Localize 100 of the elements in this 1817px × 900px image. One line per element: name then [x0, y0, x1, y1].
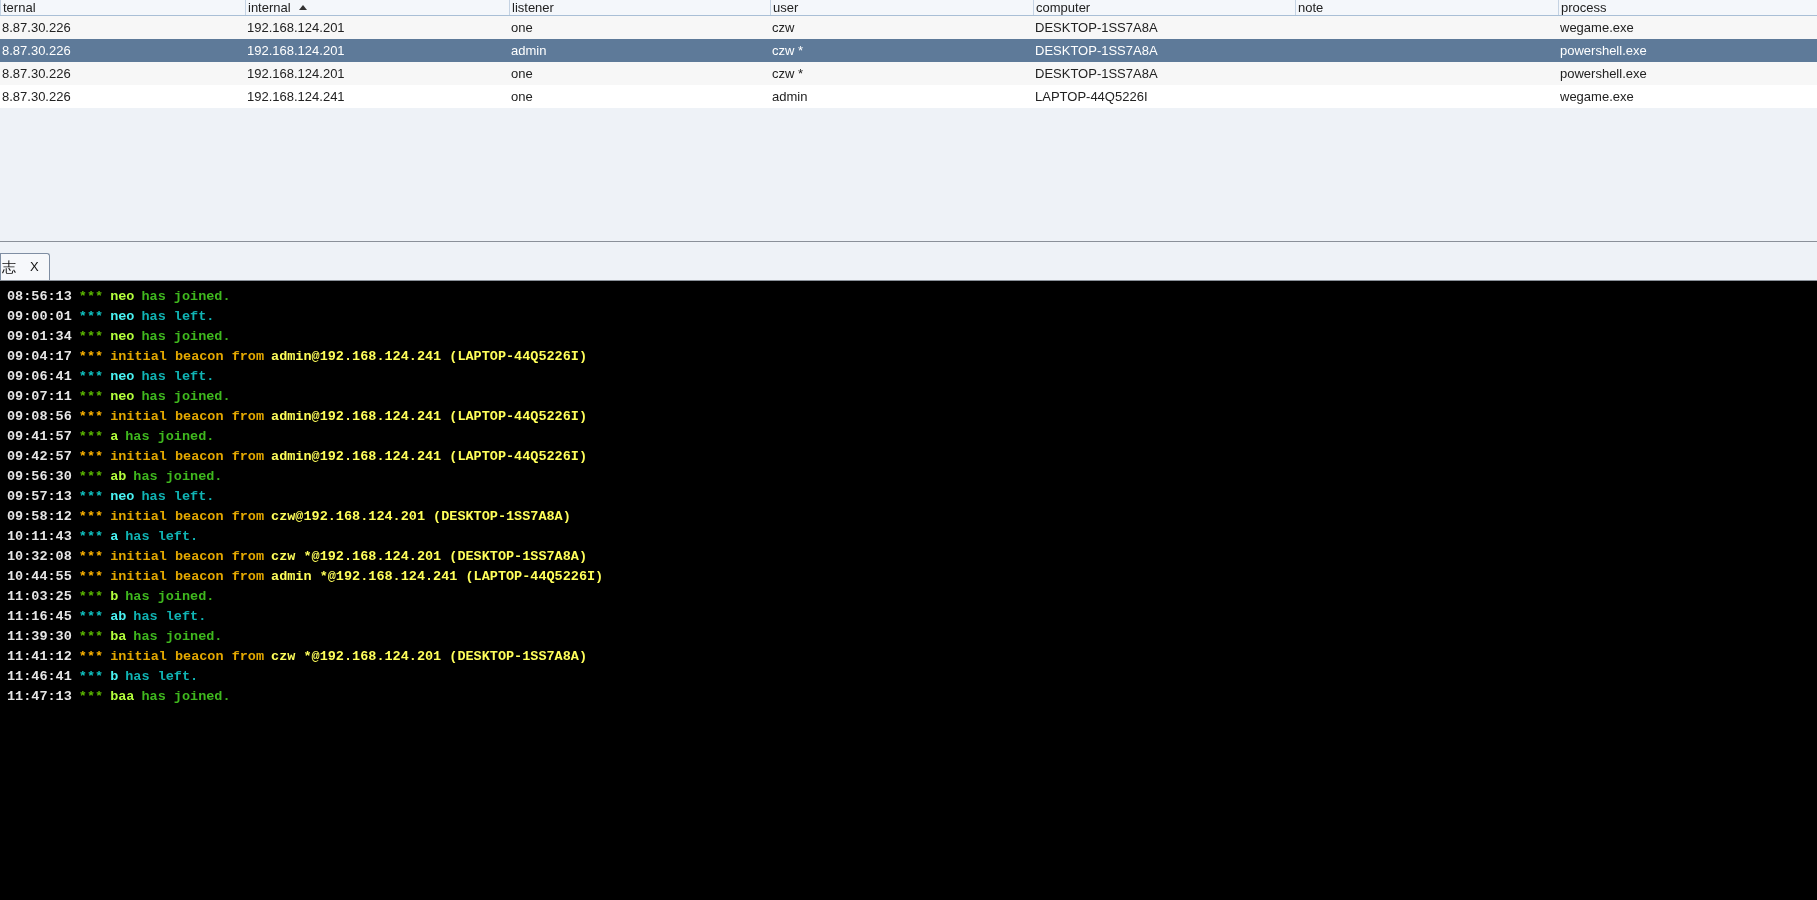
column-header[interactable]: note [1295, 0, 1558, 15]
table-cell: powershell.exe [1560, 65, 1647, 81]
log-message: initial beacon from [110, 347, 265, 366]
log-message: initial beacon from [110, 567, 265, 586]
log-time: 09:41:57 [7, 427, 72, 446]
log-user: neo [110, 367, 135, 386]
log-time: 10:32:08 [7, 547, 72, 566]
log-marker: *** [78, 447, 104, 466]
log-marker: *** [78, 647, 104, 666]
log-time: 09:00:01 [7, 307, 72, 326]
log-tab[interactable]: 志 X [0, 253, 50, 280]
log-user: neo [110, 387, 135, 406]
table-cell: admin [772, 88, 808, 104]
log-marker: *** [78, 507, 104, 526]
log-message: has left. [141, 307, 215, 326]
log-marker: *** [78, 627, 104, 646]
column-header[interactable]: internal [245, 0, 509, 15]
log-time: 10:44:55 [7, 567, 72, 586]
log-time: 11:39:30 [7, 627, 72, 646]
table-cell: 192.168.124.201 [247, 65, 345, 81]
column-header[interactable]: listener [509, 0, 770, 15]
log-message: has joined. [141, 287, 231, 306]
log-marker: *** [78, 387, 104, 406]
table-cell: DESKTOP-1SS7A8A [1035, 65, 1158, 81]
log-user: czw *@192.168.124.201 (DESKTOP-1SS7A8A) [271, 647, 587, 666]
column-header[interactable]: ternal [0, 0, 245, 15]
log-user: a [110, 427, 119, 446]
log-time: 10:11:43 [7, 527, 72, 546]
log-user: neo [110, 287, 135, 306]
log-user: admin *@192.168.124.241 (LAPTOP-44Q5226I) [271, 567, 604, 586]
log-marker: *** [78, 567, 104, 586]
log-message: has left. [133, 607, 207, 626]
table-cell: 8.87.30.226 [2, 65, 71, 81]
table-cell: one [511, 19, 533, 35]
table-cell: admin [511, 42, 547, 58]
table-cell: wegame.exe [1560, 19, 1634, 35]
table-cell: 192.168.124.201 [247, 42, 345, 58]
log-user: admin@192.168.124.241 (LAPTOP-44Q5226I) [271, 447, 587, 466]
log-user: admin@192.168.124.241 (LAPTOP-44Q5226I) [271, 407, 587, 426]
table-cell: 8.87.30.226 [2, 19, 71, 35]
log-message: has left. [141, 367, 215, 386]
log-time: 09:57:13 [7, 487, 72, 506]
log-user: ab [110, 467, 127, 486]
log-time: 11:41:12 [7, 647, 72, 666]
log-message: has joined. [125, 427, 215, 446]
log-marker: *** [78, 287, 104, 306]
log-time: 11:03:25 [7, 587, 72, 606]
log-marker: *** [78, 367, 104, 386]
column-header[interactable]: user [770, 0, 1033, 15]
table-row[interactable]: 8.87.30.226 192.168.124.201 one czw DESKTOP-1SS7A8A wegame.exe [0, 16, 1817, 39]
log-user: neo [110, 327, 135, 346]
log-time: 09:07:11 [7, 387, 72, 406]
table-cell: wegame.exe [1560, 88, 1634, 104]
log-marker: *** [78, 487, 104, 506]
table-cell: DESKTOP-1SS7A8A [1035, 42, 1158, 58]
log-time: 09:42:57 [7, 447, 72, 466]
log-marker: *** [78, 547, 104, 566]
log-marker: *** [78, 427, 104, 446]
table-cell: czw [772, 19, 795, 35]
log-message: initial beacon from [110, 507, 265, 526]
table-row[interactable]: 8.87.30.226 192.168.124.201 one czw * DESKTOP-1SS7A8A powershell.exe [0, 62, 1817, 85]
log-marker: *** [78, 607, 104, 626]
table-cell: LAPTOP-44Q5226I [1035, 88, 1148, 104]
log-marker: *** [78, 327, 104, 346]
table-cell: powershell.exe [1560, 42, 1647, 58]
table-cell: 192.168.124.241 [247, 88, 345, 104]
log-message: has left. [125, 527, 199, 546]
log-marker: *** [78, 467, 104, 486]
log-user: a [110, 527, 119, 546]
log-time: 11:46:41 [7, 667, 72, 686]
table-cell: one [511, 65, 533, 81]
log-user: czw@192.168.124.201 (DESKTOP-1SS7A8A) [271, 507, 571, 526]
log-marker: *** [78, 667, 104, 686]
log-marker: *** [78, 527, 104, 546]
column-header[interactable]: computer [1033, 0, 1295, 15]
log-user: ba [110, 627, 127, 646]
table-cell: one [511, 88, 533, 104]
log-message: has joined. [141, 327, 231, 346]
log-message: has joined. [125, 587, 215, 606]
log-time: 09:06:41 [7, 367, 72, 386]
column-header[interactable]: process [1558, 0, 1817, 15]
table-cell: 8.87.30.226 [2, 42, 71, 58]
log-marker: *** [78, 407, 104, 426]
log-marker: *** [78, 687, 104, 706]
log-time: 11:47:13 [7, 687, 72, 706]
log-time: 09:08:56 [7, 407, 72, 426]
table-cell: 8.87.30.226 [2, 88, 71, 104]
log-message: has joined. [133, 627, 223, 646]
table-row[interactable]: 8.87.30.226 192.168.124.201 admin czw * DESKTOP-1SS7A8A powershell.exe [0, 39, 1817, 62]
table-cell: czw * [772, 65, 804, 81]
close-button[interactable]: X [30, 257, 39, 277]
table-cell: czw * [772, 42, 804, 58]
log-message: has joined. [141, 687, 231, 706]
table-row[interactable]: 8.87.30.226 192.168.124.241 one admin LAPTOP-44Q5226I wegame.exe [0, 85, 1817, 108]
log-user: baa [110, 687, 135, 706]
table-cell: 192.168.124.201 [247, 19, 345, 35]
log-user: admin@192.168.124.241 (LAPTOP-44Q5226I) [271, 347, 587, 366]
log-time: 09:58:12 [7, 507, 72, 526]
log-message: has joined. [141, 387, 231, 406]
log-message: initial beacon from [110, 547, 265, 566]
